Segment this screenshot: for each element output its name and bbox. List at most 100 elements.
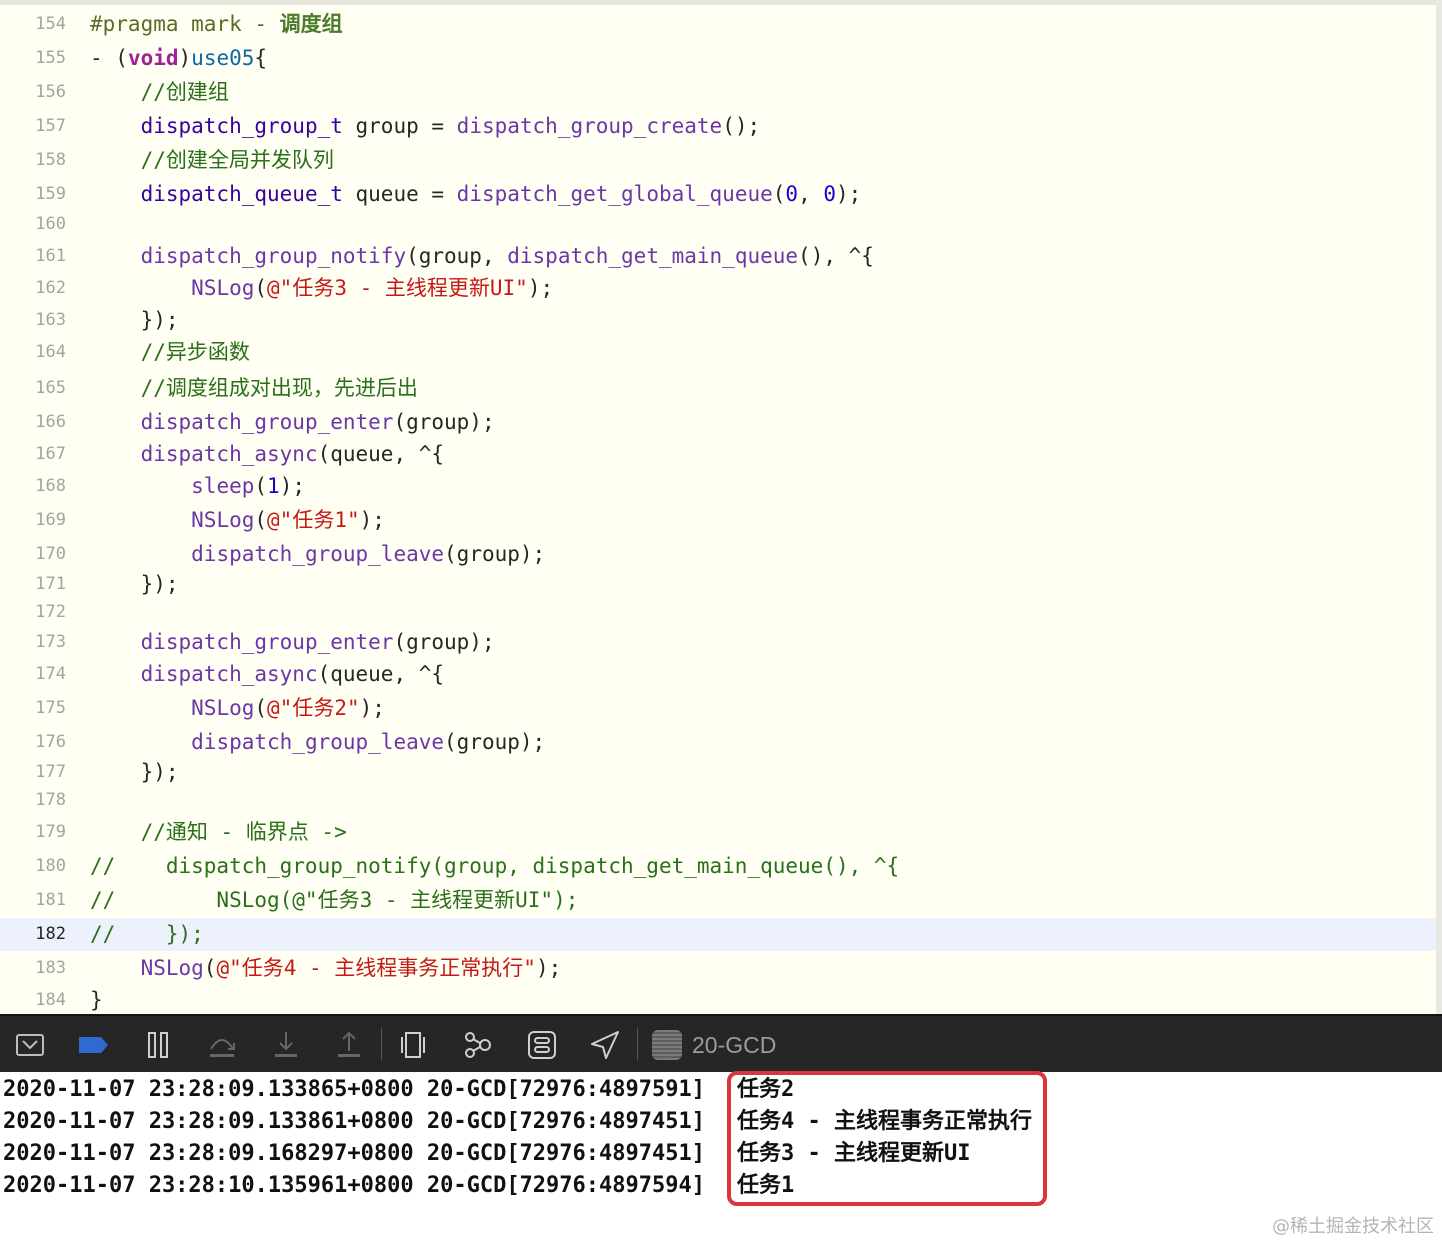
code-line[interactable]: 173 dispatch_group_enter(group); — [0, 626, 1436, 659]
view-debugger-button[interactable] — [396, 1028, 430, 1062]
code-token: ); — [279, 474, 305, 498]
code-text: - (void)use05{ — [90, 42, 267, 75]
code-line[interactable]: 168 sleep(1); — [0, 470, 1436, 503]
memory-graph-button[interactable] — [460, 1028, 494, 1062]
line-number: 172 — [35, 602, 66, 622]
code-token: dispatch_group_enter — [140, 630, 394, 654]
code-text: dispatch_group_enter(group); — [90, 626, 495, 659]
code-token: // NSLog(@"任务3 - 主线程更新UI"); — [90, 888, 579, 912]
line-number: 164 — [35, 342, 66, 362]
code-token: ( — [254, 696, 268, 720]
code-token: 调度组 — [279, 12, 343, 36]
console-line: 2020-11-07 23:28:09.133865+0800 20-GCD[7… — [3, 1074, 794, 1106]
editor-scrollbar[interactable] — [1436, 0, 1442, 1014]
code-token: queue = — [342, 182, 457, 206]
code-line[interactable]: 175 NSLog(@"任务2"); — [0, 692, 1436, 725]
code-token: (queue, ^{ — [317, 662, 445, 686]
log-prefix: 2020-11-07 23:28:10.135961+0800 20-GCD[7… — [3, 1173, 705, 1198]
code-token: (group); — [444, 542, 546, 566]
code-token: 0 — [785, 182, 799, 206]
code-token: ( — [772, 182, 786, 206]
code-line[interactable]: 164 //异步函数 — [0, 336, 1436, 369]
code-token: #pragma mark - — [90, 12, 280, 36]
hide-debug-area-button[interactable] — [13, 1028, 47, 1062]
code-token: dispatch_get_main_queue — [507, 244, 799, 268]
code-line[interactable]: 181 // NSLog(@"任务3 - 主线程更新UI"); — [0, 884, 1436, 917]
console-line: 2020-11-07 23:28:09.133861+0800 20-GCD[7… — [3, 1106, 1032, 1138]
code-text: }); — [90, 304, 179, 337]
code-token: { — [254, 46, 268, 70]
line-number: 175 — [35, 698, 66, 718]
code-line[interactable]: 160 — [0, 208, 1436, 241]
step-out-button[interactable] — [332, 1028, 366, 1062]
code-line[interactable]: 166 dispatch_group_enter(group); — [0, 406, 1436, 439]
code-line[interactable]: 178 — [0, 784, 1436, 817]
code-line[interactable]: 184} — [0, 984, 1436, 1014]
code-token: 0 — [823, 182, 837, 206]
code-line[interactable]: 154 #pragma mark - 调度组 — [0, 8, 1436, 41]
code-line[interactable]: 159 dispatch_queue_t queue = dispatch_ge… — [0, 178, 1436, 211]
code-line[interactable]: 167 dispatch_async(queue, ^{ — [0, 438, 1436, 471]
code-token: ); — [359, 508, 385, 532]
code-token: - ( — [90, 46, 128, 70]
code-token: ); — [836, 182, 862, 206]
code-line[interactable]: 163 }); — [0, 304, 1436, 337]
simulate-location-button[interactable] — [588, 1028, 622, 1062]
code-token: ); — [527, 276, 554, 300]
line-number: 174 — [35, 664, 66, 684]
code-text: NSLog(@"任务3 - 主线程更新UI"); — [90, 272, 553, 305]
line-number: 169 — [35, 510, 66, 530]
environment-overrides-icon — [528, 1031, 556, 1059]
code-token: (group, — [406, 244, 508, 268]
breakpoints-toggle-button[interactable] — [76, 1028, 110, 1062]
code-line[interactable]: 183 NSLog(@"任务4 - 主线程事务正常执行"); — [0, 952, 1436, 985]
code-line[interactable]: 172 — [0, 596, 1436, 629]
code-line[interactable]: 182 // }); — [0, 918, 1436, 951]
line-number: 181 — [35, 890, 66, 910]
code-text: dispatch_group_leave(group); — [90, 538, 545, 571]
code-text: //通知 - 临界点 -> — [90, 816, 347, 849]
code-line[interactable]: 158 //创建全局并发队列 — [0, 144, 1436, 177]
code-line[interactable]: 155 - (void)use05{ — [0, 42, 1436, 75]
log-prefix: 2020-11-07 23:28:09.133865+0800 20-GCD[7… — [3, 1077, 705, 1102]
code-token: //创建全局并发队列 — [90, 148, 334, 172]
step-into-button[interactable] — [269, 1028, 303, 1062]
code-line[interactable]: 161 dispatch_group_notify(group, dispatc… — [0, 240, 1436, 273]
code-token: (), ^{ — [798, 244, 874, 268]
pause-button[interactable] — [141, 1028, 175, 1062]
log-prefix: 2020-11-07 23:28:09.133861+0800 20-GCD[7… — [3, 1109, 705, 1134]
code-line[interactable]: 179 //通知 - 临界点 -> — [0, 816, 1436, 849]
code-line[interactable]: 157 dispatch_group_t group = dispatch_gr… — [0, 110, 1436, 143]
code-line[interactable]: 169 NSLog(@"任务1"); — [0, 504, 1436, 537]
code-token: void — [127, 46, 179, 70]
line-number: 159 — [35, 184, 66, 204]
code-token: (group); — [393, 630, 495, 654]
code-line[interactable]: 174 dispatch_async(queue, ^{ — [0, 658, 1436, 691]
code-token: ( — [254, 276, 268, 300]
code-token: NSLog — [191, 508, 255, 532]
code-line[interactable]: 165 //调度组成对出现，先进后出 — [0, 372, 1436, 405]
line-number: 178 — [35, 790, 66, 810]
source-editor[interactable]: 154 #pragma mark - 调度组 155- (void)use05{15… — [0, 0, 1442, 1014]
line-number: 176 — [35, 732, 66, 752]
line-number: 158 — [35, 150, 66, 170]
log-prefix: 2020-11-07 23:28:09.168297+0800 20-GCD[7… — [3, 1141, 705, 1166]
view-hierarchy-icon — [401, 1032, 425, 1058]
step-over-button[interactable] — [205, 1028, 239, 1062]
code-token: ); — [535, 956, 562, 980]
watermark: @稀土掘金技术社区 — [1272, 1216, 1434, 1237]
code-text: //调度组成对出现，先进后出 — [90, 372, 418, 405]
code-line[interactable]: 156 //创建组 — [0, 76, 1436, 109]
console-line: 2020-11-07 23:28:10.135961+0800 20-GCD[7… — [3, 1170, 794, 1202]
code-line[interactable]: 180 // dispatch_group_notify(group, dispa… — [0, 850, 1436, 883]
debug-console[interactable]: 2020-11-07 23:28:09.133865+0800 20-GCD[7… — [0, 1071, 1442, 1244]
scheme-name[interactable]: 20-GCD — [692, 1028, 776, 1062]
line-number: 160 — [35, 214, 66, 234]
code-line[interactable]: 170 dispatch_group_leave(group); — [0, 538, 1436, 571]
environment-overrides-button[interactable] — [525, 1028, 559, 1062]
code-line[interactable]: 162 NSLog(@"任务3 - 主线程更新UI"); — [0, 272, 1436, 305]
code-line[interactable]: 176 dispatch_group_leave(group); — [0, 726, 1436, 759]
line-number: 170 — [35, 544, 66, 564]
